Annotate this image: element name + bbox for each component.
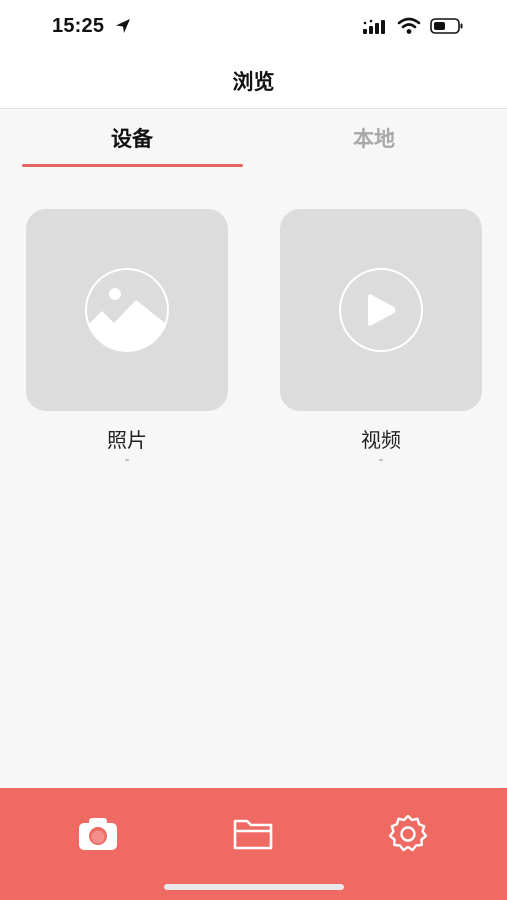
cellular-signal-icon [363,19,385,34]
battery-icon [430,18,463,34]
tab-local[interactable]: 本地 [264,123,484,153]
wifi-icon [397,17,421,34]
status-bar: 15:25 [0,0,507,54]
photos-card[interactable] [26,209,228,411]
photos-label: 照片 [107,428,147,452]
active-tab-indicator [22,164,243,167]
source-tabs: 设备 本地 [0,109,507,169]
videos-label: 视频 [361,428,401,452]
folder-icon[interactable] [231,812,275,856]
image-icon [85,268,169,352]
camera-icon[interactable] [76,812,120,856]
settings-gear-icon[interactable] [386,812,430,856]
home-indicator [164,884,344,890]
videos-count: - [378,452,384,468]
tab-device[interactable]: 设备 [22,123,242,153]
page-title: 浏览 [232,70,275,94]
status-time: 15:25 [52,15,105,37]
navigation-bar: 浏览 [0,54,507,109]
play-icon [339,268,423,352]
videos-card[interactable] [280,209,482,411]
photos-count: - [124,452,130,468]
bottom-tab-bar [0,788,507,900]
location-arrow-icon [116,19,130,33]
